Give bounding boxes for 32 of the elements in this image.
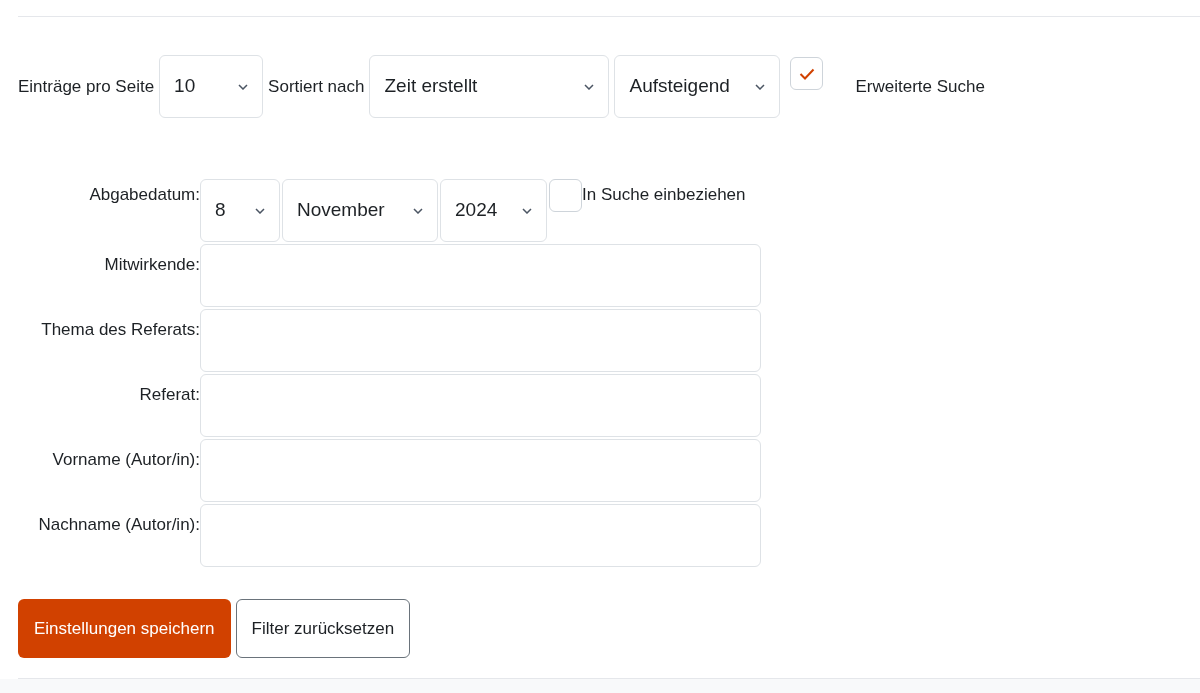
- text-input[interactable]: [200, 309, 761, 372]
- text-input[interactable]: [200, 504, 761, 567]
- day-select[interactable]: 8: [200, 179, 280, 242]
- caret-icon: [522, 207, 532, 214]
- field-label: Nachname (Autor/in):: [37, 514, 200, 536]
- field-label: Referat:: [138, 384, 200, 406]
- checkbox-label: Erweiterte Suche: [855, 75, 985, 98]
- field-label: Mitwirkende:: [103, 254, 200, 276]
- per-page-select[interactable]: 10: [159, 55, 264, 118]
- checkbox-label: In Suche einbeziehen: [582, 184, 746, 206]
- text-input[interactable]: [200, 439, 761, 502]
- caret-icon: [255, 207, 265, 214]
- caret-icon: [755, 83, 766, 90]
- field-label: Thema des Referats:: [40, 319, 200, 341]
- sort-field-select[interactable]: Zeit erstellt: [369, 55, 610, 118]
- text-input[interactable]: [200, 374, 761, 437]
- field-label: Sortiert nach: [268, 75, 365, 98]
- checkbox[interactable]: [549, 179, 582, 212]
- year-select[interactable]: 2024: [440, 179, 547, 242]
- caret-icon: [413, 207, 423, 214]
- month-select[interactable]: November: [282, 179, 438, 242]
- field-label: Vorname (Autor/in):: [51, 449, 200, 471]
- caret-icon: [584, 83, 595, 90]
- reset-button[interactable]: Filter zurücksetzen: [235, 599, 411, 658]
- caret-icon: [238, 83, 249, 90]
- sort-order-select[interactable]: Aufsteigend: [614, 55, 781, 118]
- save-button[interactable]: Einstellungen speichern: [18, 599, 231, 658]
- field-label: Abgabedatum:: [88, 184, 200, 206]
- text-input[interactable]: [200, 244, 761, 307]
- checkbox[interactable]: [790, 57, 824, 90]
- field-label: Einträge pro Seite: [18, 75, 155, 98]
- checkmark-icon: [799, 67, 815, 80]
